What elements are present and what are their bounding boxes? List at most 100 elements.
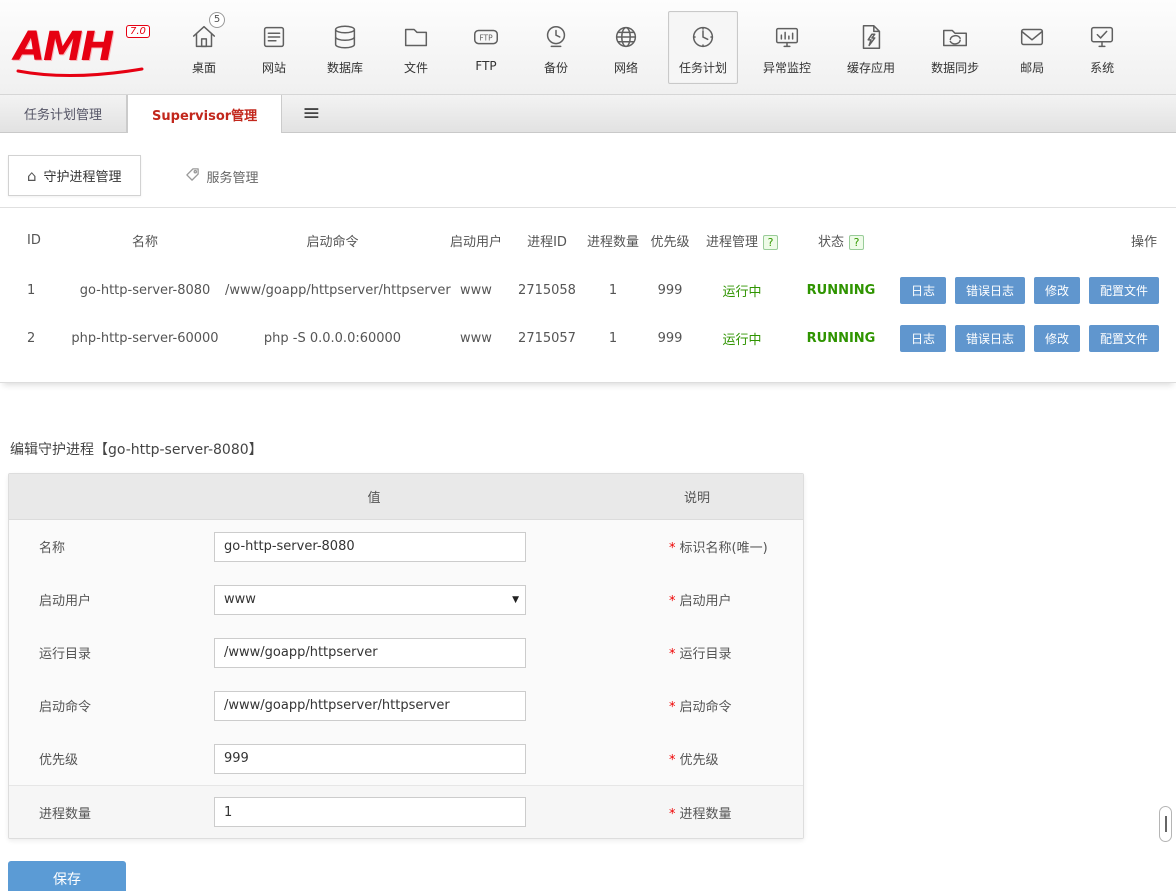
name-field[interactable] (214, 531, 526, 562)
cell-priority: 999 (657, 330, 683, 346)
col-manage: 进程管理? (696, 231, 788, 250)
subtab-task-schedule[interactable]: 任务计划管理 (0, 95, 128, 132)
col-count: 进程数量 (586, 234, 639, 250)
tab-service-management[interactable]: 服务管理 (167, 157, 277, 196)
nav-item-database[interactable]: 数据库 (316, 11, 374, 84)
nav-item-label: FTP (475, 58, 497, 73)
schedule-icon (688, 20, 718, 54)
nav-item-cache[interactable]: 缓存应用 (836, 11, 906, 84)
error-log-button[interactable]: 错误日志 (954, 276, 1025, 304)
status-badge: RUNNING (806, 282, 876, 298)
edit-form-title: 编辑守护进程【go-http-server-8080】 (10, 442, 263, 458)
form-row-command: 启动命令 *启动命令 (9, 679, 803, 732)
field-desc: 启动用户 (679, 594, 732, 609)
config-file-button[interactable]: 配置文件 (1088, 276, 1159, 304)
col-priority: 优先级 (650, 234, 690, 250)
nav-item-website[interactable]: 网站 (246, 11, 302, 84)
manage-state-link[interactable]: 运行中 (722, 333, 761, 348)
sync-icon (940, 20, 970, 54)
manage-state-link[interactable]: 运行中 (722, 285, 761, 300)
tag-icon (185, 167, 200, 186)
nav-item-sync[interactable]: 数据同步 (920, 11, 990, 84)
chevron-down-icon: ▼ (512, 594, 519, 605)
field-label: 名称 (39, 541, 66, 556)
help-icon[interactable]: ? (763, 234, 778, 250)
nav-item-label: 数据同步 (931, 60, 980, 75)
form-row-count: 进程数量 *进程数量 (9, 785, 803, 838)
tab-label: 守护进程管理 (43, 170, 122, 185)
subtab-supervisor[interactable]: Supervisor管理 (127, 95, 283, 133)
cell-count: 1 (608, 330, 618, 346)
amh-logo[interactable]: AMH 7.0 (14, 25, 164, 78)
cell-id: 1 (27, 282, 36, 298)
field-desc: 进程数量 (679, 806, 732, 822)
nav-item-label: 系统 (1090, 60, 1115, 75)
tab-daemon-management[interactable]: ⌂ 守护进程管理 (8, 155, 141, 196)
database-icon (330, 20, 360, 54)
nav-item-label: 桌面 (191, 60, 216, 75)
nav-item-label: 异常监控 (763, 60, 812, 75)
form-row-user: 启动用户 www ▼ * 启动用户 (9, 573, 803, 626)
log-button[interactable]: 日志 (899, 276, 946, 304)
form-col-desc: 说明 (684, 491, 711, 506)
nav-item-monitor[interactable]: 异常监控 (752, 11, 822, 84)
process-table: ID 名称 启动命令 启动用户 进程ID 进程数量 优先级 进程管理? 状态? … (0, 207, 1176, 383)
edit-button[interactable]: 修改 (1033, 276, 1080, 304)
col-user: 启动用户 (449, 234, 502, 250)
tab-label: 服务管理 (206, 171, 259, 186)
cell-command: /www/goapp/httpserver/httpserver (225, 282, 451, 298)
nav-item-schedule[interactable]: 任务计划 (668, 10, 739, 84)
top-header: AMH 7.0 5 桌面 网站 数据库 文件 FTP FTP 备份 网络 任务计… (0, 0, 1176, 95)
hamburger-icon[interactable]: ≡ (282, 95, 340, 132)
col-status: 状态? (788, 231, 894, 250)
subtab-label: 任务计划管理 (24, 108, 103, 123)
files-icon (401, 20, 431, 54)
user-select-value: www (224, 592, 256, 607)
col-actions: 操作 (1130, 234, 1157, 250)
field-label: 运行目录 (39, 647, 92, 662)
form-row-priority: 优先级 *优先级 (9, 732, 803, 785)
priority-field[interactable] (214, 743, 526, 774)
main-nav: 5 桌面 网站 数据库 文件 FTP FTP 备份 网络 任务计划 异常监控 缓… (176, 10, 1130, 84)
error-log-button[interactable]: 错误日志 (954, 324, 1025, 352)
nav-item-backup[interactable]: 备份 (528, 11, 584, 84)
cell-command: php -S 0.0.0.0:60000 (263, 330, 402, 346)
ftp-icon: FTP (471, 20, 501, 54)
process-count-field[interactable] (214, 797, 526, 827)
subtab-label: Supervisor管理 (152, 108, 258, 124)
nav-item-label: 网络 (614, 60, 639, 75)
field-desc: 优先级 (679, 753, 719, 768)
user-select[interactable]: www ▼ (214, 584, 526, 615)
nav-item-label: 数据库 (327, 60, 364, 75)
start-command-field[interactable] (214, 690, 526, 721)
log-button[interactable]: 日志 (899, 324, 946, 352)
cell-user: www (460, 282, 492, 298)
col-pid: 进程ID (527, 234, 567, 250)
cell-pid: 2715057 (518, 330, 576, 346)
cell-priority: 999 (657, 282, 683, 298)
status-badge: RUNNING (806, 330, 876, 346)
save-button[interactable]: 保存 (8, 861, 126, 891)
form-col-value: 值 (367, 491, 381, 506)
config-file-button[interactable]: 配置文件 (1088, 324, 1159, 352)
edit-button[interactable]: 修改 (1033, 324, 1080, 352)
nav-item-system[interactable]: 系统 (1074, 11, 1130, 84)
run-directory-field[interactable] (214, 637, 526, 668)
nav-item-files[interactable]: 文件 (388, 11, 444, 84)
nav-item-desktop[interactable]: 5 桌面 (176, 11, 232, 84)
field-label: 启动用户 (39, 594, 92, 609)
form-row-name: 名称 *标识名称(唯一) (9, 520, 803, 573)
nav-item-label: 备份 (544, 60, 569, 75)
system-icon (1087, 20, 1117, 54)
help-icon[interactable]: ? (849, 234, 864, 250)
scrollbar-thumb[interactable] (1159, 806, 1172, 842)
sub-nav: 任务计划管理 Supervisor管理 ≡ (0, 95, 1176, 133)
svg-text:FTP: FTP (479, 33, 493, 42)
field-desc: 运行目录 (679, 647, 732, 662)
form-row-directory: 运行目录 *运行目录 (9, 626, 803, 679)
nav-item-ftp[interactable]: FTP FTP (458, 11, 514, 81)
nav-item-mail[interactable]: 邮局 (1004, 11, 1060, 84)
logo-version-badge: 7.0 (126, 25, 150, 38)
nav-item-label: 网站 (261, 60, 286, 75)
nav-item-network[interactable]: 网络 (598, 11, 654, 84)
